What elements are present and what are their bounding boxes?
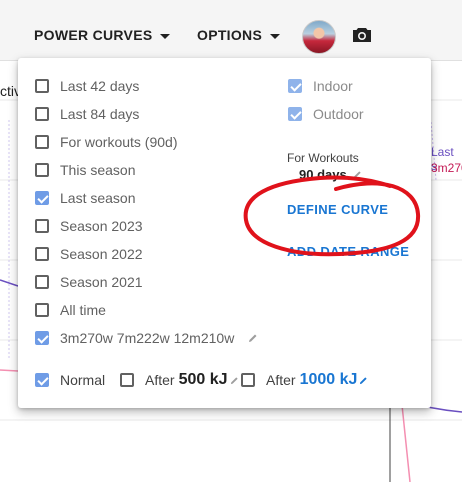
range-option-season-2022[interactable]: Season 2022 — [35, 245, 143, 263]
option-label: After — [145, 372, 175, 388]
option-label: Season 2023 — [60, 218, 143, 234]
option-label: Last season — [60, 190, 136, 206]
for-workouts-value[interactable]: 90 days — [299, 167, 362, 182]
define-curve-button[interactable]: DEFINE CURVE — [287, 202, 388, 217]
for-workouts-days: 90 days — [299, 167, 347, 182]
option-label: Normal — [60, 372, 106, 388]
checkbox[interactable] — [241, 373, 255, 387]
caret-down-icon — [160, 33, 171, 39]
top-toolbar: POWER CURVES OPTIONS — [0, 0, 462, 61]
options-button[interactable]: OPTIONS — [197, 27, 281, 43]
after-500kj-option[interactable]: After 500 kJ — [120, 371, 239, 389]
after-1000kj-option[interactable]: After 1000 kJ — [241, 371, 368, 389]
checkbox-checked[interactable] — [35, 191, 49, 205]
range-option-this-season[interactable]: This season — [35, 161, 135, 179]
range-option-last-season[interactable]: Last season — [35, 189, 136, 207]
option-label: Season 2022 — [60, 246, 143, 262]
checkbox[interactable] — [35, 79, 49, 93]
caret-down-icon — [270, 33, 281, 39]
checkbox-checked[interactable] — [35, 331, 49, 345]
pencil-icon[interactable] — [230, 376, 239, 385]
range-option-all-time[interactable]: All time — [35, 301, 106, 319]
avatar[interactable] — [302, 20, 336, 54]
option-label: After — [266, 372, 296, 388]
indoor-option[interactable]: Indoor — [288, 77, 353, 95]
checkbox[interactable] — [35, 303, 49, 317]
pencil-icon[interactable] — [353, 170, 362, 179]
checkbox-checked[interactable] — [288, 79, 302, 93]
range-option-last-42-days[interactable]: Last 42 days — [35, 77, 139, 95]
for-workouts-label: For Workouts — [287, 151, 359, 165]
after-value[interactable]: 1000 kJ — [300, 371, 358, 389]
background-series-label: 3m270 — [431, 161, 462, 175]
option-label: For workouts (90d) — [60, 134, 178, 150]
option-label: Indoor — [313, 78, 353, 94]
option-label: This season — [60, 162, 136, 178]
range-option-last-84-days[interactable]: Last 84 days — [35, 105, 139, 123]
option-label: 3m270w 7m222w 12m210w — [60, 330, 235, 346]
add-date-range-button[interactable]: ADD DATE RANGE — [287, 244, 409, 259]
option-label: Last 42 days — [60, 78, 140, 94]
camera-icon[interactable] — [352, 27, 372, 43]
option-label: Season 2021 — [60, 274, 143, 290]
option-label: Outdoor — [313, 106, 364, 122]
options-label: OPTIONS — [197, 27, 263, 43]
checkbox[interactable] — [35, 163, 49, 177]
pencil-icon[interactable] — [359, 376, 368, 385]
outdoor-option[interactable]: Outdoor — [288, 105, 364, 123]
checkbox[interactable] — [35, 135, 49, 149]
checkbox[interactable] — [35, 247, 49, 261]
power-curves-button[interactable]: POWER CURVES — [34, 27, 171, 43]
checkbox-checked[interactable] — [35, 373, 49, 387]
power-curves-menu: Last 42 days Last 84 days For workouts (… — [18, 58, 431, 408]
range-option-custom-curve[interactable]: 3m270w 7m222w 12m210w — [35, 329, 258, 347]
normal-option[interactable]: Normal — [35, 371, 105, 389]
checkbox-checked[interactable] — [288, 107, 302, 121]
power-curves-label: POWER CURVES — [34, 27, 153, 43]
range-option-for-workouts[interactable]: For workouts (90d) — [35, 133, 177, 151]
after-value[interactable]: 500 kJ — [179, 371, 228, 389]
checkbox[interactable] — [35, 219, 49, 233]
checkbox[interactable] — [35, 275, 49, 289]
option-label: All time — [60, 302, 106, 318]
pencil-icon[interactable] — [248, 333, 258, 343]
range-option-season-2021[interactable]: Season 2021 — [35, 273, 143, 291]
option-label: Last 84 days — [60, 106, 140, 122]
range-option-season-2023[interactable]: Season 2023 — [35, 217, 143, 235]
checkbox[interactable] — [35, 107, 49, 121]
checkbox[interactable] — [120, 373, 134, 387]
